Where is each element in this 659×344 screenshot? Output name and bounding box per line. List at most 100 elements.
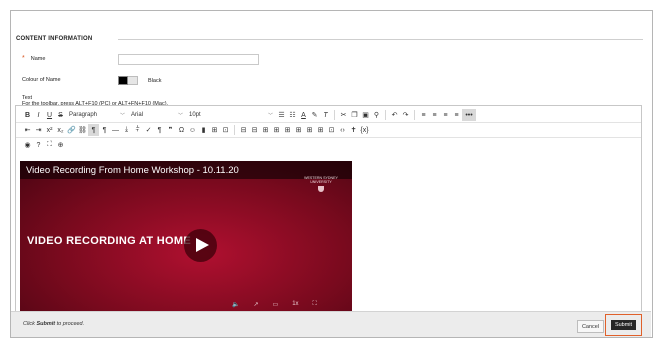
playback-speed[interactable]: 1x [292, 301, 298, 308]
align-justify-icon[interactable]: ≡ [451, 109, 462, 121]
paragraph-dropdown[interactable]: Paragraph ﹀ [66, 109, 128, 121]
chevron-down-icon: ﹀ [177, 112, 183, 119]
colour-label: Colour of Name [22, 77, 61, 83]
name-label-row: * Name [22, 55, 45, 62]
prompt-suffix: to proceed. [56, 321, 85, 327]
paragraph-value: Paragraph [69, 112, 98, 118]
indent-icon[interactable]: ⇥ [33, 124, 44, 136]
emoji-icon[interactable]: ☺ [187, 124, 198, 136]
fullscreen-icon[interactable]: ⛶ [44, 139, 55, 151]
code-icon[interactable]: ‹› [337, 124, 348, 136]
align-center-icon[interactable]: ≡ [429, 109, 440, 121]
university-line-2: UNIVERSITY [310, 180, 332, 185]
submit-button[interactable]: Submit [611, 320, 636, 330]
cancel-button[interactable]: Cancel [577, 320, 604, 333]
clear-format-icon[interactable]: T [320, 109, 331, 121]
table-icon[interactable]: ⊞ [209, 124, 220, 136]
insert-row-icon[interactable]: ⊞ [282, 124, 293, 136]
search-icon[interactable]: ⚲ [371, 109, 382, 121]
accessibility-icon[interactable]: ✝ [348, 124, 359, 136]
unlink-icon[interactable]: ⛓ [77, 124, 88, 136]
submit-footer: Click Submit to proceed. Cancel Submit [11, 311, 651, 337]
highlight-icon[interactable]: ✎ [309, 109, 320, 121]
align-right-icon[interactable]: ≡ [440, 109, 451, 121]
name-input[interactable] [118, 54, 259, 65]
bookmark-icon[interactable]: ▮ [198, 124, 209, 136]
merge-cells-icon[interactable]: ⊞ [260, 124, 271, 136]
name-label: Name [30, 55, 46, 62]
submit-highlight: Submit [605, 314, 642, 336]
video-controls: 🔈 ↗ ▭ 1x ⛶ [232, 301, 317, 308]
cut-icon[interactable]: ✂ [338, 109, 349, 121]
table-props-icon[interactable]: ⊡ [220, 124, 231, 136]
prompt-prefix: Click [23, 321, 35, 327]
strike-dropdown-icon[interactable]: ⫩ [132, 124, 143, 136]
paragraph-mark-icon[interactable]: ¶ [154, 124, 165, 136]
table-delete-icon[interactable]: ⊡ [326, 124, 337, 136]
redo-icon[interactable]: ↷ [400, 109, 411, 121]
submit-prompt: Click Submit to proceed. [23, 321, 84, 327]
play-icon[interactable] [184, 229, 217, 262]
align-left-icon[interactable]: ≡ [418, 109, 429, 121]
help-icon[interactable]: ? [33, 139, 44, 151]
section-title: CONTENT INFORMATION [16, 36, 93, 42]
copy-icon[interactable]: ❐ [349, 109, 360, 121]
insert-icon[interactable]: ⤓ [121, 124, 132, 136]
spellcheck-icon[interactable]: ✓ [143, 124, 154, 136]
toolbar-separator [414, 110, 415, 120]
numbered-list-icon[interactable]: ☷ [287, 109, 298, 121]
section-divider [118, 39, 643, 40]
text-color-icon[interactable]: A [298, 109, 309, 121]
fullscreen-video-icon[interactable]: ⛶ [313, 301, 317, 308]
rtl-icon[interactable]: ¶ [99, 124, 110, 136]
font-size-dropdown[interactable]: 10pt ﹀ [186, 109, 276, 121]
toolbar-row-1: B I U S Paragraph ﹀ Arial ﹀ 10pt ﹀ ☰ ☷ A ✎ … [16, 108, 641, 123]
colour-swatch[interactable] [118, 76, 128, 85]
toolbar-separator [334, 110, 335, 120]
volume-icon[interactable]: 🔈 [232, 301, 239, 308]
blockquote-icon[interactable]: ❞ [165, 124, 176, 136]
video-title: Video Recording From Home Workshop - 10.… [26, 165, 239, 176]
prompt-bold: Submit [36, 321, 56, 327]
font-dropdown[interactable]: Arial ﹀ [128, 109, 186, 121]
insert-col-icon[interactable]: ⊞ [304, 124, 315, 136]
underline-icon[interactable]: U [44, 109, 55, 121]
horizontal-line-icon[interactable]: — [110, 124, 121, 136]
font-size-value: 10pt [189, 112, 201, 118]
captions-icon[interactable]: ▭ [273, 301, 279, 308]
italic-icon[interactable]: I [33, 109, 44, 121]
table-col-icon[interactable]: ⊟ [249, 124, 260, 136]
strikethrough-icon[interactable]: S [55, 109, 66, 121]
outdent-icon[interactable]: ⇤ [22, 124, 33, 136]
superscript-icon[interactable]: x² [44, 124, 55, 136]
toolbar-row-2: ⇤ ⇥ x² x₂ 🔗 ⛓ ¶ ¶ — ⤓ ⫩ ✓ ¶ ❞ Ω ☺ ▮ ⊞ ⊡ … [16, 123, 641, 138]
undo-icon[interactable]: ↶ [389, 109, 400, 121]
bold-icon[interactable]: B [22, 109, 33, 121]
font-value: Arial [131, 112, 144, 118]
subscript-icon[interactable]: x₂ [55, 124, 66, 136]
ltr-icon[interactable]: ¶ [88, 124, 99, 136]
required-icon: * [22, 55, 25, 62]
toolbar-separator [385, 110, 386, 120]
delete-col-icon[interactable]: ⊞ [315, 124, 326, 136]
delete-row-icon[interactable]: ⊞ [293, 124, 304, 136]
chevron-down-icon: ﹀ [119, 112, 125, 119]
preview-icon[interactable]: ◉ [22, 139, 33, 151]
paste-icon[interactable]: ▣ [360, 109, 371, 121]
split-cells-icon[interactable]: ⊞ [271, 124, 282, 136]
colour-value: Black [148, 78, 162, 84]
omega-icon[interactable]: Ω [176, 124, 187, 136]
toolbar-row-3: ◉ ? ⛶ ⊕ [16, 138, 641, 152]
bullet-list-icon[interactable]: ☰ [276, 109, 287, 121]
chevron-down-icon: ﹀ [267, 112, 273, 119]
colour-picker-arrow[interactable] [128, 76, 138, 85]
table-row-icon[interactable]: ⊟ [238, 124, 249, 136]
variable-icon[interactable]: {x} [359, 124, 370, 136]
link-icon[interactable]: 🔗 [66, 124, 77, 136]
toolbar-separator [234, 125, 235, 135]
add-content-icon[interactable]: ⊕ [55, 139, 66, 151]
share-icon[interactable]: ↗ [253, 301, 258, 308]
video-overlay-text: VIDEO RECORDING AT HOME [27, 235, 191, 247]
shield-icon [318, 185, 324, 192]
more-icon[interactable]: ••• [462, 109, 476, 121]
